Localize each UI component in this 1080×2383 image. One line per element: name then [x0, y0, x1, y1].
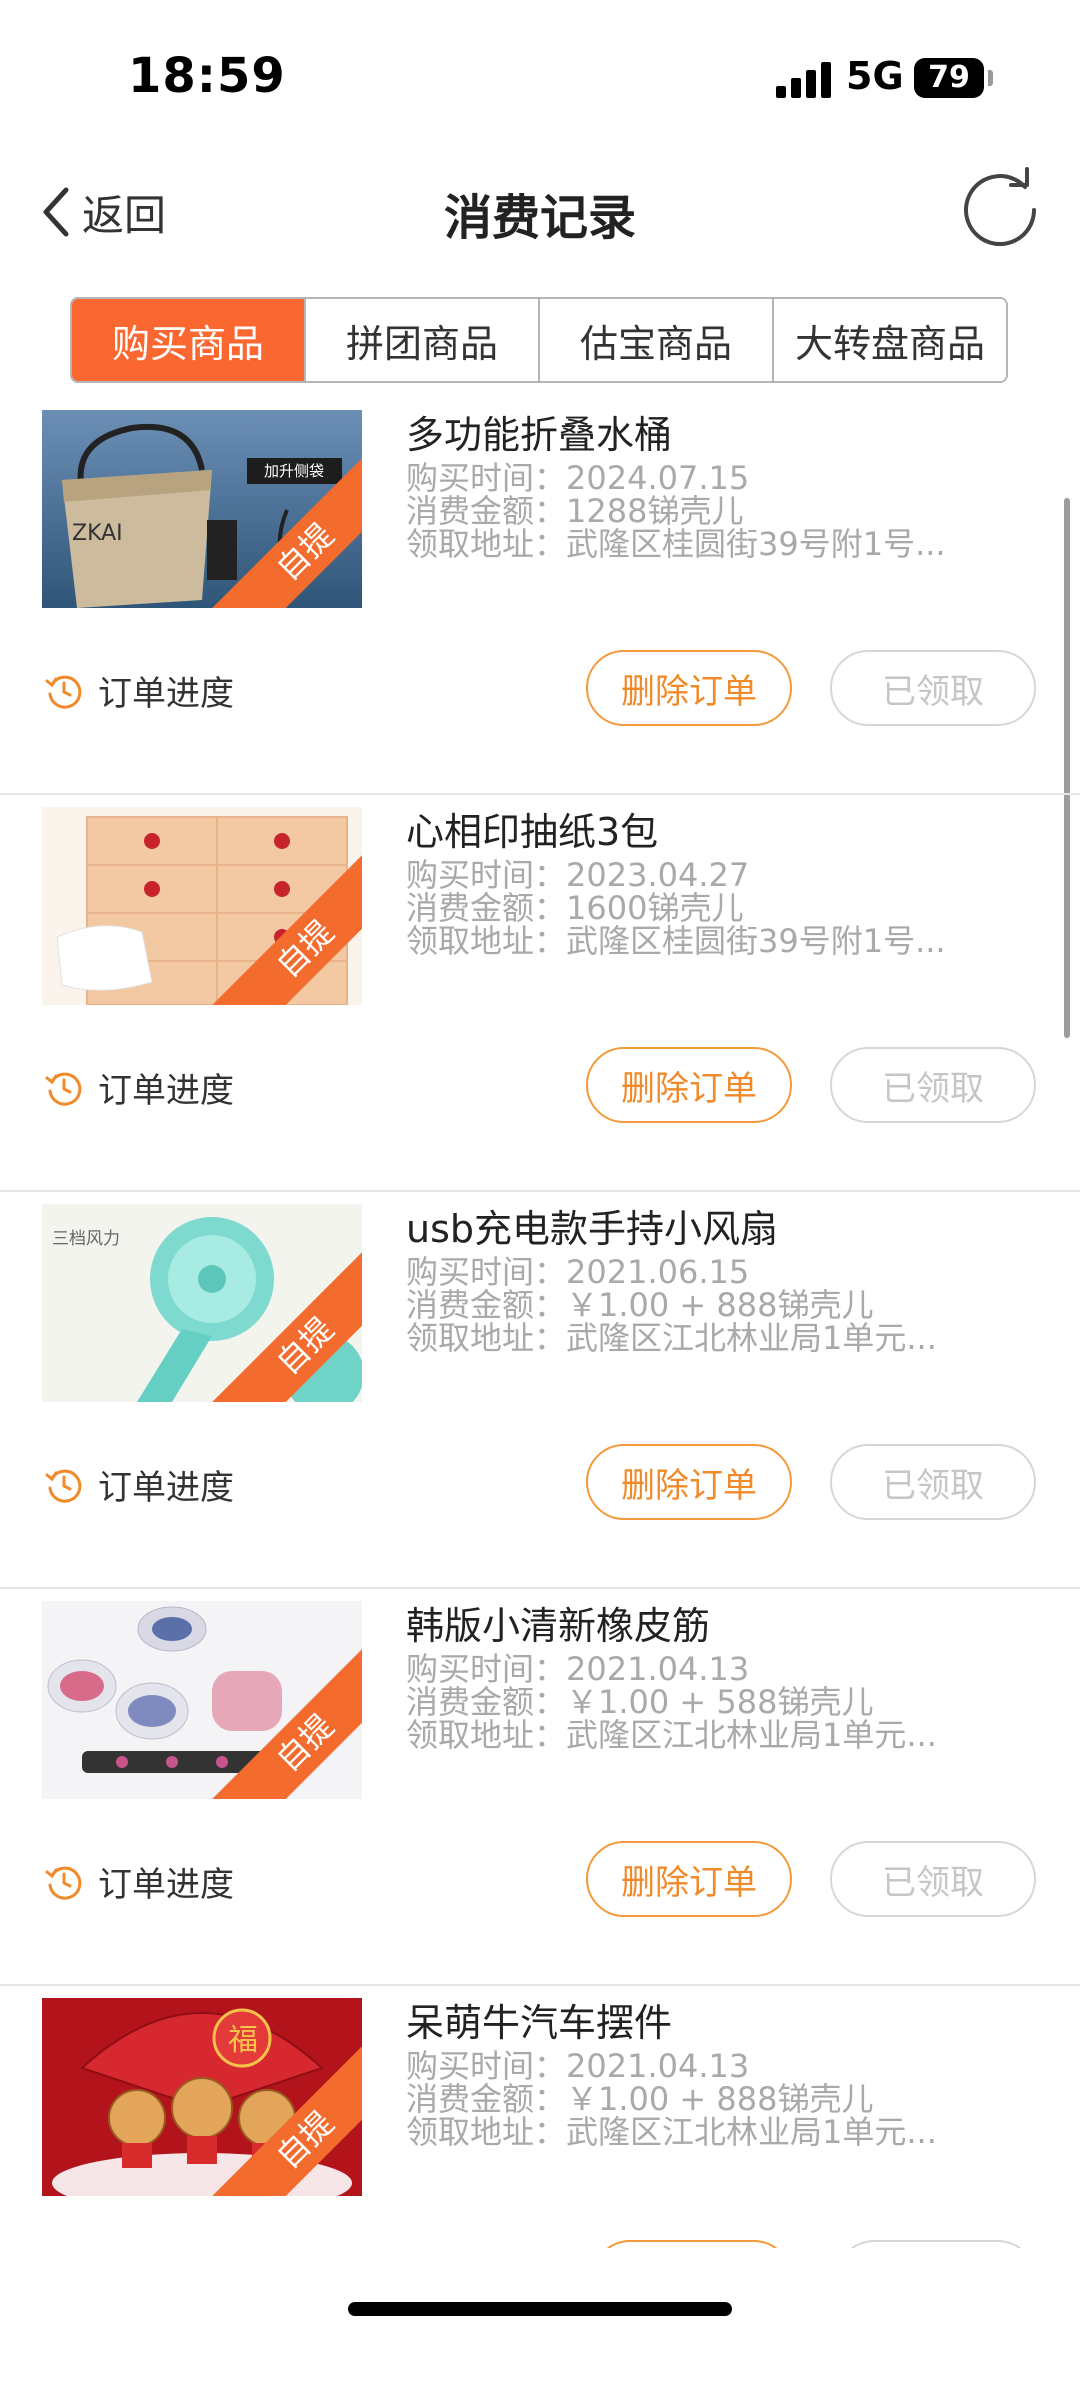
received-status-button: 已领取	[830, 1444, 1036, 1520]
product-image[interactable]: 三档风力 自提	[42, 1204, 362, 1402]
history-clock-icon	[45, 675, 82, 709]
delete-order-button[interactable]: 删除订单	[586, 1841, 792, 1917]
back-button[interactable]: 返回	[38, 182, 166, 242]
product-image[interactable]: ZKAI 加升侧袋 自提	[42, 410, 362, 608]
order-progress-label: 订单进度	[98, 674, 234, 714]
order-progress-label: 订单进度	[98, 1468, 234, 1508]
battery-icon: 79	[914, 58, 984, 98]
order-progress-link[interactable]: 订单进度	[44, 1857, 234, 1906]
image-caption: 福	[228, 2023, 258, 2058]
product-image[interactable]: 福 自提	[42, 1998, 362, 2196]
image-caption: 加升侧袋	[264, 462, 324, 480]
history-clock-icon	[45, 1072, 82, 1106]
bottom-safe-area	[0, 2248, 1080, 2341]
purchase-amount: 消费金额：1288锑壳儿	[406, 494, 744, 528]
pickup-address: 领取地址：武隆区桂圆街39号附1号...	[406, 527, 946, 561]
pickup-address: 领取地址：武隆区江北林业局1单元...	[406, 2115, 937, 2149]
status-bar: 18:59 5G 79	[0, 0, 1080, 150]
purchase-time: 购买时间：2021.04.13	[406, 2049, 750, 2083]
tab-group-buy[interactable]: 拼团商品	[304, 299, 538, 381]
purchase-amount: 消费金额：￥1.00 + 888锑壳儿	[406, 1288, 874, 1322]
purchase-amount: 消费金额：￥1.00 + 888锑壳儿	[406, 2082, 874, 2116]
order-item: 三档风力 自提 usb充电款手持小风扇 购买时间：2021.06.15 消费金额…	[0, 1192, 1080, 1589]
order-item: 自提 心相印抽纸3包 购买时间：2023.04.27 消费金额：1600锑壳儿 …	[0, 795, 1080, 1192]
purchase-time: 购买时间：2021.06.15	[406, 1255, 750, 1289]
product-title[interactable]: usb充电款手持小风扇	[406, 1198, 778, 1253]
purchase-time: 购买时间：2024.07.15	[406, 461, 750, 495]
tab-lucky-wheel[interactable]: 大转盘商品	[772, 299, 1006, 381]
tab-purchase[interactable]: 购买商品	[72, 299, 304, 381]
delete-order-button[interactable]: 删除订单	[586, 1444, 792, 1520]
purchase-time: 购买时间：2023.04.27	[406, 858, 750, 892]
product-image[interactable]: 自提	[42, 807, 362, 1005]
home-indicator[interactable]	[348, 2302, 732, 2316]
product-title[interactable]: 韩版小清新橡皮筋	[406, 1595, 710, 1650]
purchase-amount: 消费金额：￥1.00 + 588锑壳儿	[406, 1685, 874, 1719]
delete-order-button[interactable]: 删除订单	[586, 1047, 792, 1123]
received-status-button: 已领取	[830, 650, 1036, 726]
received-status-button: 已领取	[830, 1047, 1036, 1123]
product-title[interactable]: 多功能折叠水桶	[406, 404, 672, 459]
chevron-left-icon	[43, 187, 69, 237]
order-item: ZKAI 加升侧袋 自提 多功能折叠水桶 购买时间：2024.07.15 消费金…	[0, 398, 1080, 795]
category-tabs: 购买商品 拼团商品 估宝商品 大转盘商品	[70, 297, 1008, 383]
purchase-time: 购买时间：2021.04.13	[406, 1652, 750, 1686]
pickup-address: 领取地址：武隆区江北林业局1单元...	[406, 1718, 937, 1752]
refresh-icon	[964, 167, 1036, 247]
order-progress-link[interactable]: 订单进度	[44, 666, 234, 715]
order-progress-label: 订单进度	[98, 1865, 234, 1905]
delete-order-button[interactable]: 删除订单	[586, 650, 792, 726]
order-progress-label: 订单进度	[98, 1071, 234, 1111]
order-list: ZKAI 加升侧袋 自提 多功能折叠水桶 购买时间：2024.07.15 消费金…	[0, 398, 1080, 2383]
battery-tip	[988, 70, 993, 86]
order-item: 自提 韩版小清新橡皮筋 购买时间：2021.04.13 消费金额：￥1.00 +…	[0, 1589, 1080, 1986]
back-label: 返回	[82, 190, 167, 240]
product-image[interactable]: 自提	[42, 1601, 362, 1799]
history-clock-icon	[45, 1469, 82, 1503]
signal-icon	[776, 60, 836, 98]
network-type: 5G	[846, 54, 904, 98]
refresh-button[interactable]	[955, 165, 1045, 255]
pickup-address: 领取地址：武隆区江北林业局1单元...	[406, 1321, 937, 1355]
order-progress-link[interactable]: 订单进度	[44, 1063, 234, 1112]
status-time: 18:59	[128, 48, 286, 104]
history-clock-icon	[45, 1866, 82, 1900]
product-title[interactable]: 呆萌牛汽车摆件	[406, 1992, 672, 2047]
pickup-address: 领取地址：武隆区桂圆街39号附1号...	[406, 924, 946, 958]
svg-text:ZKAI: ZKAI	[72, 521, 123, 546]
tab-valuation[interactable]: 估宝商品	[538, 299, 772, 381]
image-caption: 三档风力	[52, 1229, 120, 1249]
order-progress-link[interactable]: 订单进度	[44, 1460, 234, 1509]
received-status-button: 已领取	[830, 1841, 1036, 1917]
product-title[interactable]: 心相印抽纸3包	[406, 801, 658, 856]
nav-bar: 消费记录 返回	[0, 150, 1080, 270]
purchase-amount: 消费金额：1600锑壳儿	[406, 891, 744, 925]
